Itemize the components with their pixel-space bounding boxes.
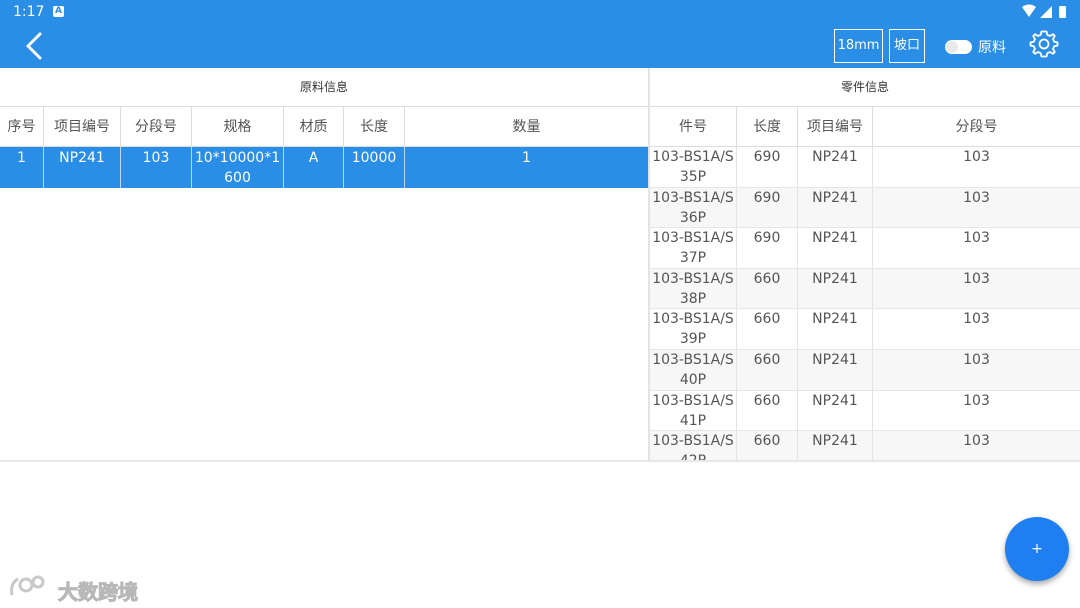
cell-project: NP241 xyxy=(44,147,121,188)
material-toggle[interactable] xyxy=(945,40,972,54)
watermark-logo-icon xyxy=(10,575,45,596)
app-bar: 1:17 A 18mm 坡口 原料 xyxy=(0,0,1080,68)
cell-part-segment: 103 xyxy=(963,433,990,450)
cell-part-length: 660 xyxy=(737,268,798,309)
col-length: 长度 xyxy=(344,107,405,146)
status-time: 1:17 xyxy=(13,4,45,20)
cell-part-no: 103-BS1A/S39P xyxy=(650,309,737,349)
cell-part-length: 660 xyxy=(737,309,798,349)
parts-panel[interactable]: 零件信息 件号 长度 项目编号 分段号 103-BS1A/S35P 690 NP… xyxy=(650,68,1080,461)
cell-part-project: NP241 xyxy=(798,349,873,390)
table-row[interactable]: 1 NP241 103 10*10000*1600 A 10000 1 xyxy=(0,147,648,188)
raw-material-header: 序号 项目编号 分段号 规格 材质 长度 数量 xyxy=(0,107,648,147)
cell-part-no: 103-BS1A/S36P xyxy=(650,187,737,228)
material-toggle-label: 原料 xyxy=(978,40,1006,56)
col-index: 序号 xyxy=(0,107,44,146)
raw-material-title: 原料信息 xyxy=(0,68,648,107)
cell-part-length: 660 xyxy=(737,349,798,390)
cell-spec: 10*10000*1600 xyxy=(192,147,284,188)
cell-length: 10000 xyxy=(344,147,405,188)
col-part-segment: 分段号 xyxy=(955,119,998,135)
groove-button[interactable]: 坡口 xyxy=(889,29,925,63)
cell-part-project: NP241 xyxy=(798,431,873,461)
cell-segment: 103 xyxy=(121,147,192,188)
table-row[interactable]: 103-BS1A/S39P 660 NP241 103 xyxy=(650,309,1080,350)
col-part-length: 长度 xyxy=(737,107,798,146)
col-spec: 规格 xyxy=(192,107,284,146)
cell-part-no: 103-BS1A/S41P xyxy=(650,390,737,431)
cell-part-project: NP241 xyxy=(798,309,873,349)
cell-part-segment: 103 xyxy=(963,311,990,328)
back-arrow-icon[interactable] xyxy=(18,30,50,62)
col-qty: 数量 xyxy=(512,119,541,135)
cell-part-project: NP241 xyxy=(798,390,873,431)
wifi-icon xyxy=(1022,4,1036,17)
table-row[interactable]: 103-BS1A/S41P 660 NP241 103 xyxy=(650,390,1080,432)
watermark-text: 大数跨境 xyxy=(58,580,139,605)
cell-part-segment: 103 xyxy=(963,230,990,247)
add-button[interactable]: + xyxy=(1005,517,1069,581)
toggle-knob xyxy=(946,41,958,53)
cell-part-project: NP241 xyxy=(798,228,873,268)
cell-part-length: 660 xyxy=(737,431,798,461)
parts-rows: 103-BS1A/S35P 690 NP241 103 103-BS1A/S36… xyxy=(650,147,1080,461)
panels-bottom-border xyxy=(0,460,1080,462)
signal-icon xyxy=(1040,6,1052,18)
cell-part-no: 103-BS1A/S40P xyxy=(650,349,737,390)
table-row[interactable]: 103-BS1A/S40P 660 NP241 103 xyxy=(650,349,1080,391)
parts-header: 件号 长度 项目编号 分段号 xyxy=(650,107,1080,147)
battery-icon xyxy=(1059,6,1066,18)
table-row[interactable]: 103-BS1A/S36P 690 NP241 103 xyxy=(650,187,1080,229)
watermark: 大数跨境 xyxy=(8,573,148,605)
parts-title: 零件信息 xyxy=(650,68,1080,107)
cell-material: A xyxy=(284,147,344,188)
cell-part-no: 103-BS1A/S37P xyxy=(650,228,737,268)
notification-a-icon: A xyxy=(53,6,64,17)
thickness-button[interactable]: 18mm xyxy=(834,29,883,63)
cell-part-length: 690 xyxy=(737,147,798,187)
col-segment: 分段号 xyxy=(121,107,192,146)
cell-part-no: 103-BS1A/S38P xyxy=(650,268,737,309)
cell-part-length: 690 xyxy=(737,187,798,228)
table-row[interactable]: 103-BS1A/S42P 660 NP241 103 xyxy=(650,431,1080,461)
cell-part-project: NP241 xyxy=(798,147,873,187)
col-project: 项目编号 xyxy=(44,107,121,146)
cell-part-no: 103-BS1A/S42P xyxy=(650,431,737,461)
cell-part-length: 660 xyxy=(737,390,798,431)
cell-qty: 1 xyxy=(522,150,531,166)
cell-part-segment: 103 xyxy=(963,351,990,368)
cell-part-project: NP241 xyxy=(798,268,873,309)
col-part-project: 项目编号 xyxy=(798,107,873,146)
table-row[interactable]: 103-BS1A/S35P 690 NP241 103 xyxy=(650,147,1080,188)
cell-part-segment: 103 xyxy=(963,149,990,165)
cell-part-length: 690 xyxy=(737,228,798,268)
table-row[interactable]: 103-BS1A/S38P 660 NP241 103 xyxy=(650,268,1080,310)
cell-part-no: 103-BS1A/S35P xyxy=(650,147,737,187)
col-part-no: 件号 xyxy=(650,107,737,146)
status-icons xyxy=(1022,4,1066,18)
cell-part-project: NP241 xyxy=(798,187,873,228)
cell-index: 1 xyxy=(0,147,44,188)
status-bar: 1:17 A xyxy=(0,0,1080,24)
col-material: 材质 xyxy=(284,107,344,146)
cell-part-segment: 103 xyxy=(963,270,990,287)
raw-material-panel: 原料信息 序号 项目编号 分段号 规格 材质 长度 数量 1 NP241 103… xyxy=(0,68,648,461)
gear-icon[interactable] xyxy=(1029,29,1059,59)
table-row[interactable]: 103-BS1A/S37P 690 NP241 103 xyxy=(650,228,1080,269)
cell-part-segment: 103 xyxy=(963,189,990,206)
cell-part-segment: 103 xyxy=(963,392,990,409)
